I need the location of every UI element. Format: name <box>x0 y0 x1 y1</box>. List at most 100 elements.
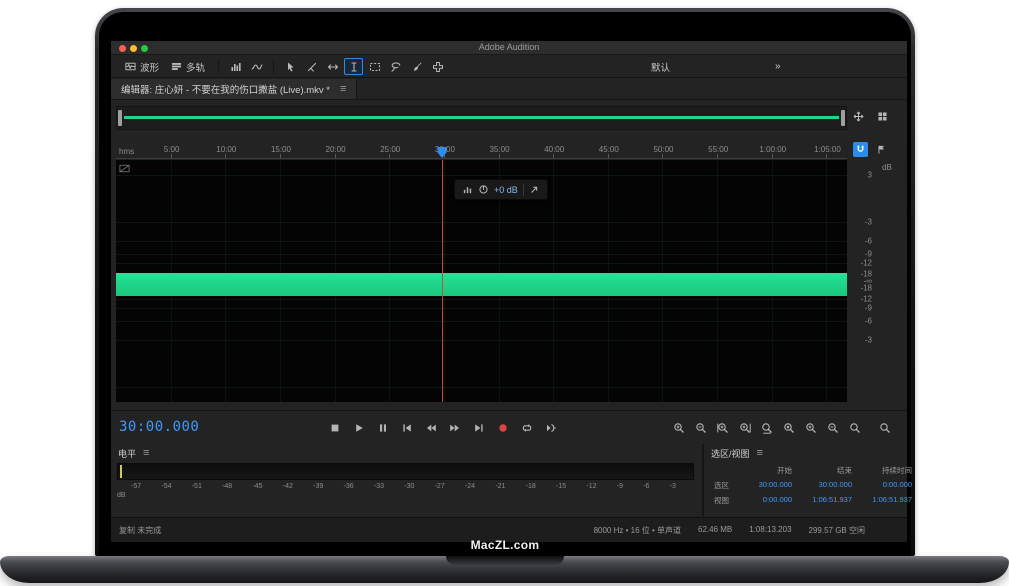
multitrack-view-button[interactable]: 多轨 <box>165 59 211 75</box>
window-title: Adobe Audition <box>111 41 907 54</box>
fast-forward-button[interactable] <box>444 418 465 437</box>
level-scale-label: -27 <box>435 483 445 490</box>
timeline-tick: 1:00:00 <box>772 154 773 158</box>
titlebar: Adobe Audition <box>111 41 907 55</box>
status-file-size: 62.46 MB <box>698 525 732 536</box>
zoom-reset-button[interactable] <box>845 418 865 437</box>
amplitude-unit-label: dB <box>882 163 892 172</box>
selection-value[interactable]: 0:00.000 <box>744 495 792 506</box>
editor-tabbar: 编辑器: 庄心妍 - 不要在我的伤口撒盐 (Live).mkv * ≡ <box>111 79 907 100</box>
transport-buttons <box>324 418 561 437</box>
level-scale-label: -57 <box>131 483 141 490</box>
timeline-tick: 55:00 <box>717 154 718 158</box>
navigator-left-handle[interactable] <box>118 110 122 126</box>
hud-divider <box>523 184 524 196</box>
marker-flag-icon <box>876 144 887 155</box>
panel-menu-icon[interactable]: ≡ <box>143 448 149 459</box>
zoom-in-at-out-point-button[interactable] <box>735 418 755 437</box>
marquee-selection-tool[interactable] <box>365 58 384 75</box>
laptop-base-notch <box>446 556 564 565</box>
panel-menu-icon[interactable]: ≡ <box>340 84 346 95</box>
hud-expand-icon[interactable] <box>529 184 540 195</box>
paintbrush-selection-tool[interactable] <box>407 58 426 75</box>
zoom-to-selection-button[interactable] <box>757 418 777 437</box>
time-selection-tool[interactable] <box>344 58 363 75</box>
loop-playback-button[interactable] <box>516 418 537 437</box>
waveform-view-button[interactable]: 波形 <box>119 59 165 75</box>
toolbar-divider <box>218 60 219 74</box>
volume-hud[interactable]: +0 dB <box>454 179 548 200</box>
stop-button[interactable] <box>324 418 345 437</box>
spectral-display-toggle[interactable] <box>226 58 245 75</box>
playhead-line[interactable] <box>442 160 443 402</box>
bottom-panels: 电平 ≡ -57-54-51-48-45-42-39-36-33-30-27-2… <box>111 444 907 516</box>
rewind-button[interactable] <box>420 418 441 437</box>
selection-value[interactable]: 0:00.000 <box>852 480 912 491</box>
amplitude-label: -6 <box>848 317 872 326</box>
spot-healing-brush-tool[interactable] <box>428 58 447 75</box>
close-button[interactable] <box>119 45 126 52</box>
selection-value[interactable]: 1:06:51.937 <box>852 495 912 506</box>
grid-line-horizontal <box>116 308 847 309</box>
selection-row-label: 视图 <box>714 495 744 506</box>
timeline-tick: 40:00 <box>553 154 554 158</box>
slip-tool[interactable] <box>323 58 342 75</box>
selection-column-header: 持续时间 <box>852 465 912 476</box>
pause-button[interactable] <box>372 418 393 437</box>
record-button[interactable] <box>492 418 513 437</box>
snap-toggle-button[interactable] <box>853 142 868 157</box>
overview-pan-icon[interactable] <box>853 111 864 122</box>
zoom-out-amplitude-button[interactable] <box>823 418 843 437</box>
hud-gain-value[interactable]: +0 dB <box>494 185 518 195</box>
move-playhead-next-button[interactable] <box>468 418 489 437</box>
amplitude-ruler[interactable]: dB 3-3-6-9-12-18-∞-18-12-9-6-3 <box>848 160 907 402</box>
waveform-audio-bar <box>116 273 847 296</box>
move-tool[interactable] <box>281 58 300 75</box>
zoom-in-amplitude-button[interactable] <box>801 418 821 437</box>
level-scale-label: -21 <box>495 483 505 490</box>
zoom-buttons <box>669 418 895 437</box>
fullscreen-button[interactable] <box>141 45 148 52</box>
zoom-out-button[interactable] <box>691 418 711 437</box>
waveform-view-label: 波形 <box>140 60 159 74</box>
workspace-selector[interactable]: 默认 <box>651 60 670 74</box>
playhead-handle[interactable] <box>438 147 447 158</box>
zoom-in-button[interactable] <box>669 418 689 437</box>
skip-selection-button[interactable] <box>540 418 561 437</box>
amplitude-label: -3 <box>848 218 872 227</box>
selection-value[interactable]: 30:00.000 <box>744 480 792 491</box>
toolbar-overflow-button[interactable]: » <box>775 61 781 72</box>
panel-menu-icon[interactable]: ≡ <box>757 448 763 459</box>
level-meter-peak <box>120 465 122 478</box>
navigator-right-handle[interactable] <box>841 110 845 126</box>
time-display[interactable]: 30:00.000 <box>119 419 199 435</box>
marker-button[interactable] <box>874 142 889 157</box>
zoom-in-at-in-point-button[interactable] <box>713 418 733 437</box>
hud-meter-icon <box>462 184 473 195</box>
zoom-menu-button[interactable] <box>875 418 895 437</box>
level-scale-label: -42 <box>283 483 293 490</box>
grid-line-horizontal <box>116 340 847 341</box>
amplitude-label: -9 <box>848 249 872 258</box>
selection-value[interactable]: 1:06:51.937 <box>792 495 852 506</box>
overview-grid-icon[interactable] <box>877 111 888 122</box>
pitch-display-toggle[interactable] <box>247 58 266 75</box>
grid-line-horizontal <box>116 175 847 176</box>
lasso-selection-tool[interactable] <box>386 58 405 75</box>
amplitude-label: -3 <box>848 335 872 344</box>
play-button[interactable] <box>348 418 369 437</box>
razor-tool[interactable] <box>302 58 321 75</box>
timeline-ruler[interactable]: hms 5:0010:0015:0020:0025:0030:0035:0040… <box>116 144 847 159</box>
bezel-brand-text: MacZL.com <box>99 538 911 552</box>
level-unit-label: dB <box>117 492 694 499</box>
waveform-display[interactable]: +0 dB <box>116 160 847 402</box>
move-playhead-previous-button[interactable] <box>396 418 417 437</box>
zoom-full-button[interactable] <box>779 418 799 437</box>
grid-line-horizontal <box>116 254 847 255</box>
zoom-navigator[interactable] <box>116 106 847 130</box>
minimize-button[interactable] <box>130 45 137 52</box>
editor-tab[interactable]: 编辑器: 庄心妍 - 不要在我的伤口撒盐 (Live).mkv * ≡ <box>111 79 357 99</box>
volume-knob-icon[interactable] <box>478 184 489 195</box>
amplitude-label: -12 <box>848 258 872 267</box>
selection-value[interactable]: 30:00.000 <box>792 480 852 491</box>
